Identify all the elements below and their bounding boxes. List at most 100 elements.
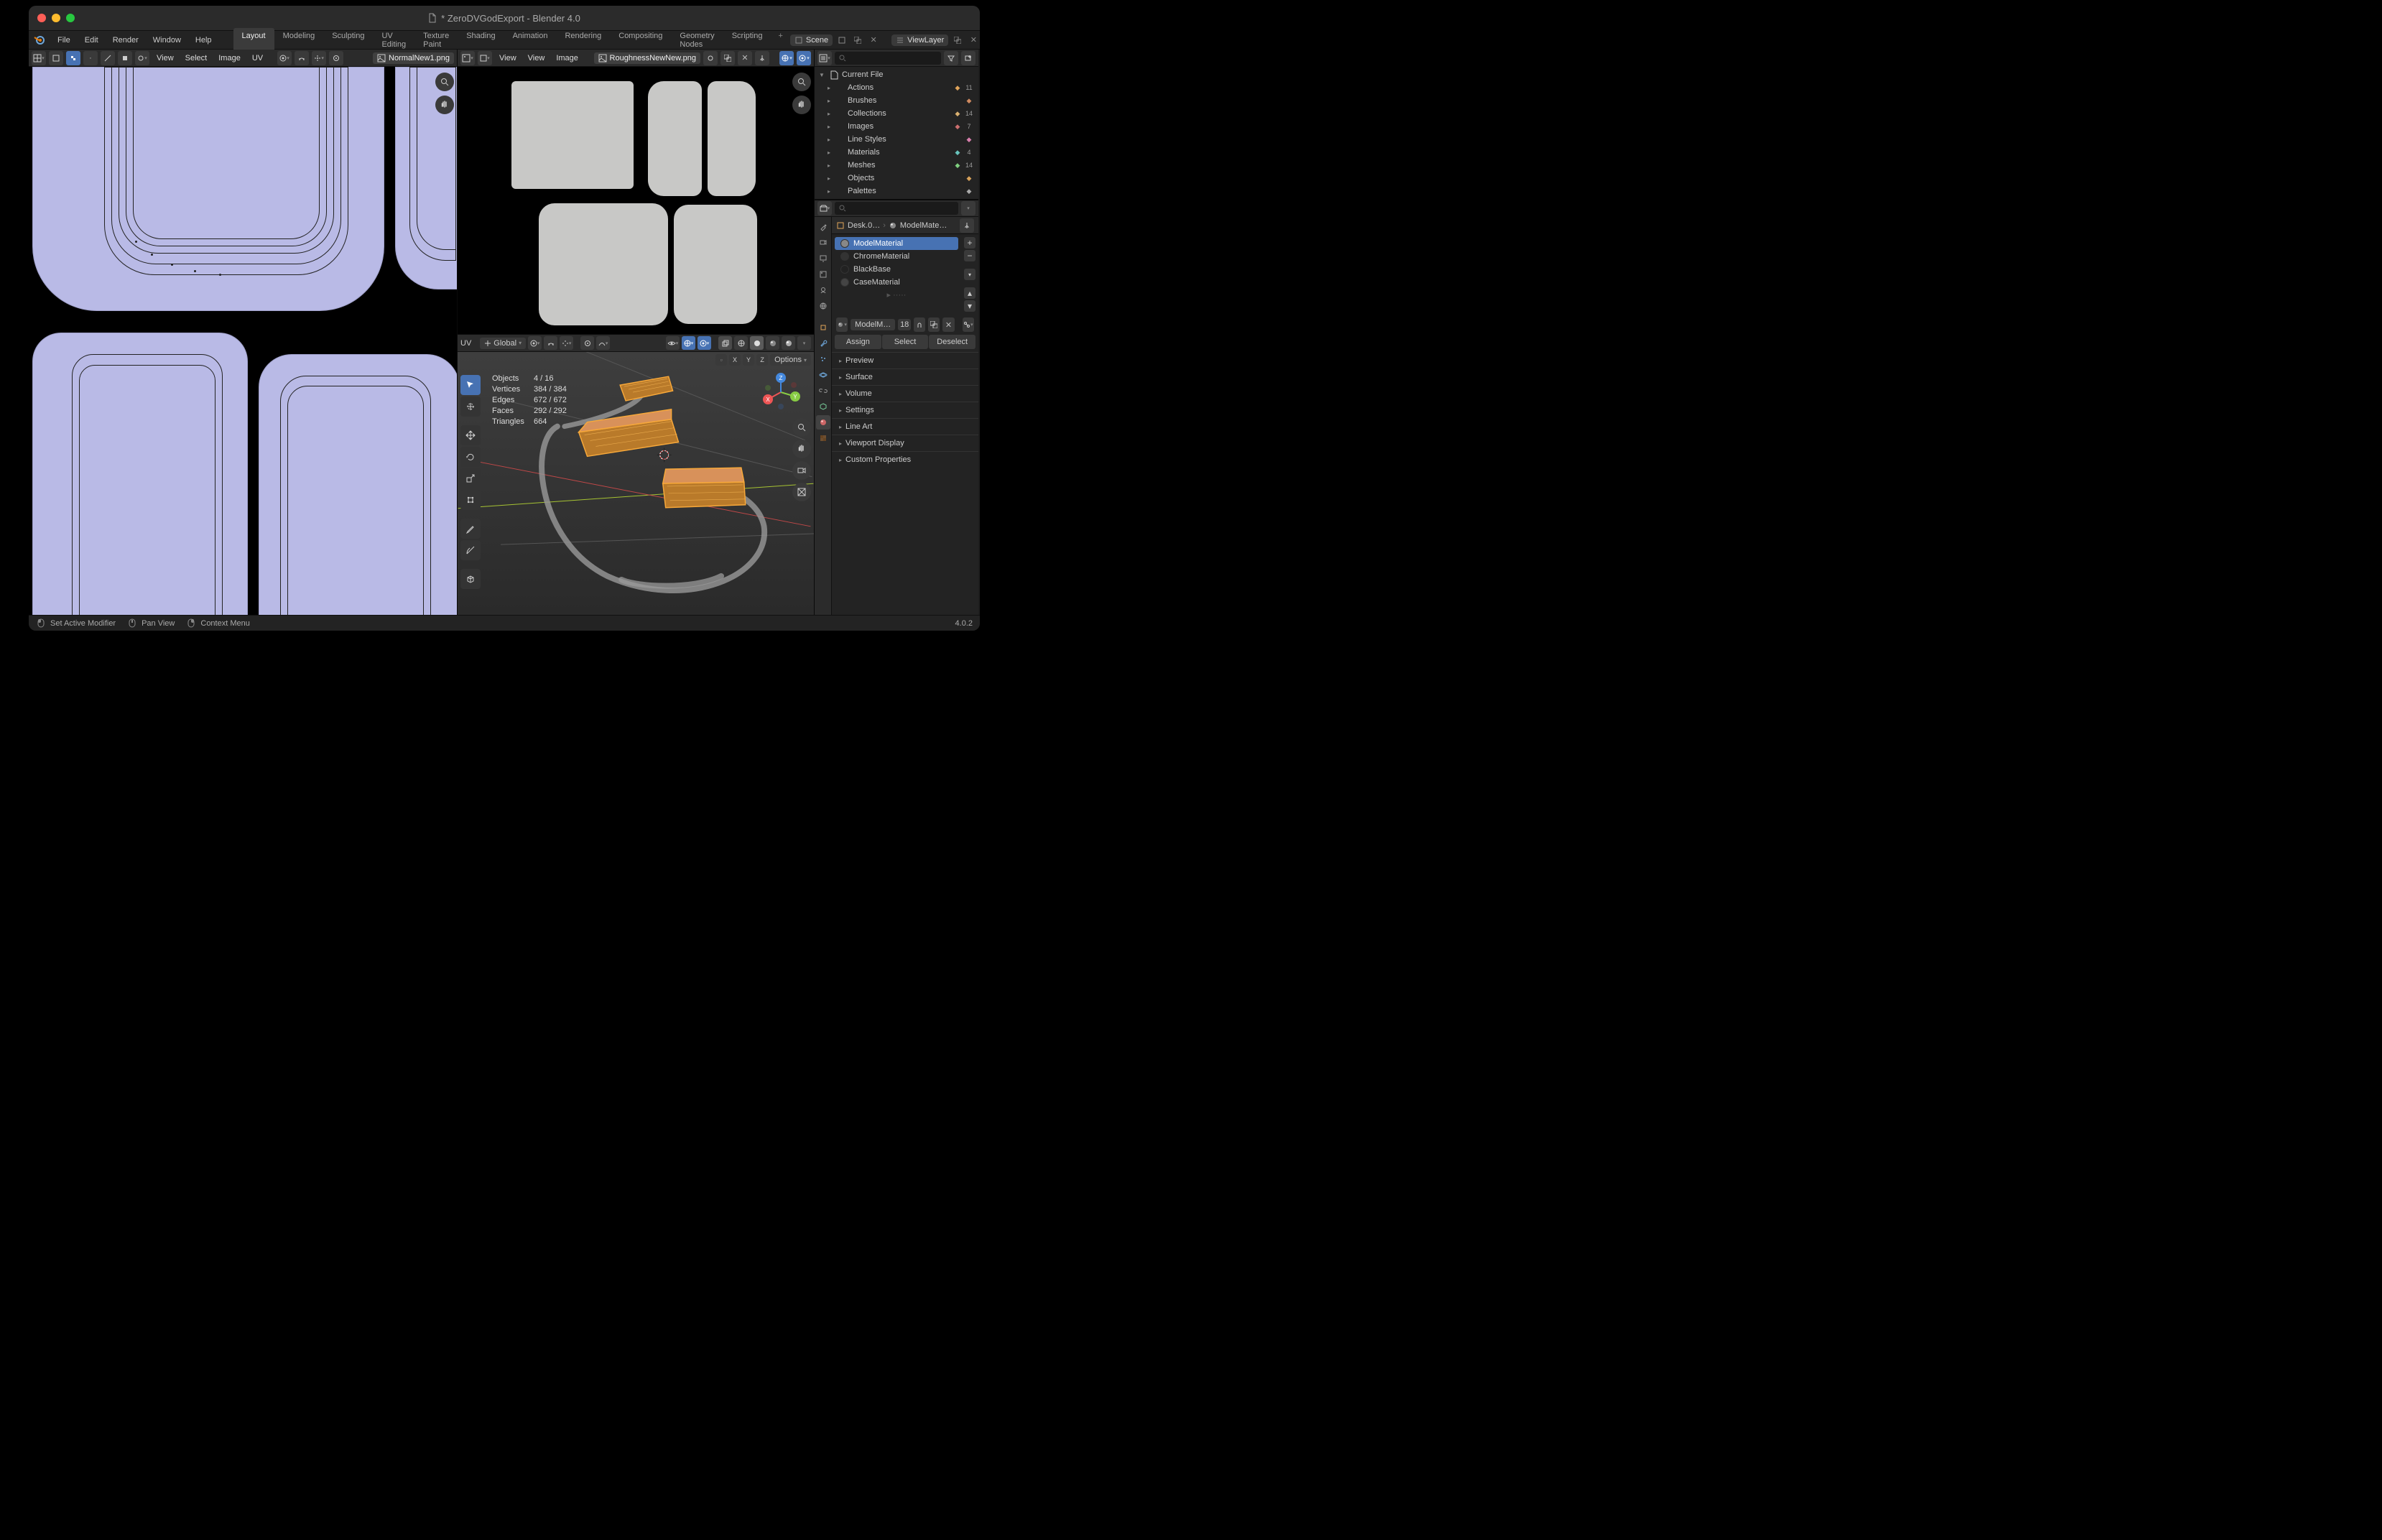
properties-options[interactable]: ▾: [961, 201, 975, 215]
vp-zoom-icon[interactable]: [792, 418, 811, 437]
tab-viewlayer[interactable]: [816, 267, 830, 282]
outliner-item[interactable]: ▸Objects◆: [815, 172, 978, 185]
scene-delete-button[interactable]: ✕: [867, 34, 880, 47]
vp-xray-button[interactable]: [718, 336, 732, 350]
menu-file[interactable]: File: [50, 33, 78, 47]
deselect-button[interactable]: Deselect: [929, 335, 975, 349]
uv-select-mode-edge[interactable]: [101, 51, 115, 65]
uv-snap-button[interactable]: [295, 51, 309, 65]
outliner-item[interactable]: ▸Meshes◆14: [815, 159, 978, 172]
properties-search[interactable]: [835, 202, 958, 215]
breadcrumb-object[interactable]: Desk.0…: [848, 221, 880, 230]
image-pin-button[interactable]: [755, 51, 769, 65]
vp-shading-wireframe[interactable]: [734, 336, 748, 350]
image-menu-image[interactable]: Image: [552, 52, 583, 64]
uv-pan-icon[interactable]: [435, 96, 454, 114]
material-specials-button[interactable]: ▾: [964, 269, 975, 280]
vp-perspective-icon[interactable]: [792, 483, 811, 501]
vp-snap-button[interactable]: [544, 336, 557, 350]
uv-proportional-button[interactable]: [329, 51, 343, 65]
tab-physics[interactable]: [816, 368, 830, 382]
material-fake-user[interactable]: [914, 317, 925, 332]
uv-mode-button[interactable]: [49, 51, 63, 65]
material-slot[interactable]: ModelMaterial: [835, 237, 958, 250]
material-slot[interactable]: CaseMaterial: [835, 276, 958, 289]
uv-select-mode-vertex[interactable]: ·: [83, 51, 98, 65]
outliner-new-collection[interactable]: [961, 51, 975, 65]
material-nodetree[interactable]: ▾: [963, 317, 974, 332]
outliner-item[interactable]: ▸Palettes◆: [815, 185, 978, 198]
menu-help[interactable]: Help: [188, 33, 219, 47]
close-window-button[interactable]: [37, 14, 46, 22]
viewport-menu-uv[interactable]: UV: [460, 339, 471, 348]
image-zoom-icon[interactable]: [792, 73, 811, 91]
uv-menu-uv[interactable]: UV: [248, 52, 267, 64]
tool-cursor[interactable]: [460, 396, 481, 417]
editor-type-image[interactable]: ▾: [460, 51, 475, 65]
outliner-item[interactable]: ▸Actions◆11: [815, 81, 978, 94]
vp-shading-options[interactable]: ▾: [797, 336, 811, 350]
workspace-tab-layout[interactable]: Layout: [233, 28, 274, 52]
tab-render[interactable]: [816, 236, 830, 250]
material-move-down[interactable]: ▾: [964, 300, 975, 312]
material-name-field[interactable]: ModelM…: [851, 319, 895, 330]
props-nav-button[interactable]: ▾: [817, 201, 832, 215]
vp-pan-icon[interactable]: [792, 440, 811, 458]
tool-select-box[interactable]: [460, 375, 481, 395]
tool-transform[interactable]: [460, 490, 481, 510]
material-remove-button[interactable]: −: [964, 250, 975, 261]
viewlayer-new-button[interactable]: [951, 34, 964, 47]
outliner-item[interactable]: ▸Brushes◆: [815, 94, 978, 107]
pin-button[interactable]: [960, 218, 974, 233]
image-mode-button[interactable]: ▾: [478, 51, 492, 65]
navigation-gizmo[interactable]: X Y Z: [761, 372, 801, 412]
tab-material[interactable]: [816, 415, 830, 430]
material-users[interactable]: 18: [898, 319, 911, 330]
uv-sync-button[interactable]: [66, 51, 80, 65]
material-add-button[interactable]: +: [964, 237, 975, 249]
material-slot[interactable]: BlackBase: [835, 263, 958, 276]
material-new[interactable]: [928, 317, 940, 332]
tab-texture[interactable]: [816, 431, 830, 445]
panel-header[interactable]: ▸Viewport Display: [832, 435, 978, 451]
outliner-item[interactable]: ▸Materials◆4: [815, 146, 978, 159]
vp-shading-rendered[interactable]: [782, 336, 795, 350]
outliner-search[interactable]: [835, 52, 941, 65]
panel-header[interactable]: ▸Preview: [832, 353, 978, 368]
vp-camera-icon[interactable]: [792, 461, 811, 480]
tool-scale[interactable]: [460, 468, 481, 488]
vp-shading-material[interactable]: [766, 336, 779, 350]
uv-snap-mode-button[interactable]: ▾: [312, 51, 326, 65]
panel-header[interactable]: ▸Volume: [832, 386, 978, 402]
overlay-toggle-button[interactable]: ▾: [797, 51, 811, 65]
workspace-add-button[interactable]: +: [771, 28, 789, 52]
viewlayer-selector[interactable]: ViewLayer: [891, 34, 948, 46]
workspace-tab-compositing[interactable]: Compositing: [610, 28, 671, 52]
uv-select-mode-face[interactable]: [118, 51, 132, 65]
material-move-up[interactable]: ▴: [964, 287, 975, 299]
image-menu-view[interactable]: View: [495, 52, 521, 64]
panel-header[interactable]: ▸Custom Properties: [832, 452, 978, 468]
workspace-tab-uv-editing[interactable]: UV Editing: [373, 28, 414, 52]
gizmo-toggle-button[interactable]: ▾: [779, 51, 794, 65]
workspace-tab-animation[interactable]: Animation: [504, 28, 557, 52]
outliner-root[interactable]: ▼ Current File: [815, 68, 978, 81]
viewport-canvas[interactable]: ▫ X Y Z Options▾: [458, 352, 814, 615]
workspace-tab-shading[interactable]: Shading: [458, 28, 504, 52]
image-link-button[interactable]: [703, 51, 718, 65]
outliner-display-mode[interactable]: ▾: [817, 51, 832, 65]
workspace-tab-scripting[interactable]: Scripting: [723, 28, 771, 52]
workspace-tab-sculpting[interactable]: Sculpting: [323, 28, 373, 52]
assign-button[interactable]: Assign: [835, 335, 881, 349]
tool-annotate[interactable]: [460, 519, 481, 539]
uv-menu-image[interactable]: Image: [214, 52, 245, 64]
scene-selector[interactable]: Scene: [790, 34, 833, 46]
tab-tool[interactable]: [816, 220, 830, 234]
vp-visibility[interactable]: ▾: [666, 336, 680, 350]
vp-overlay-toggle[interactable]: ▾: [698, 336, 711, 350]
roughness-canvas[interactable]: [458, 67, 814, 334]
scene-browse-button[interactable]: [835, 34, 848, 47]
blender-logo-icon[interactable]: [33, 34, 45, 47]
workspace-tab-modeling[interactable]: Modeling: [274, 28, 324, 52]
uv-pivot-button[interactable]: ▾: [277, 51, 292, 65]
